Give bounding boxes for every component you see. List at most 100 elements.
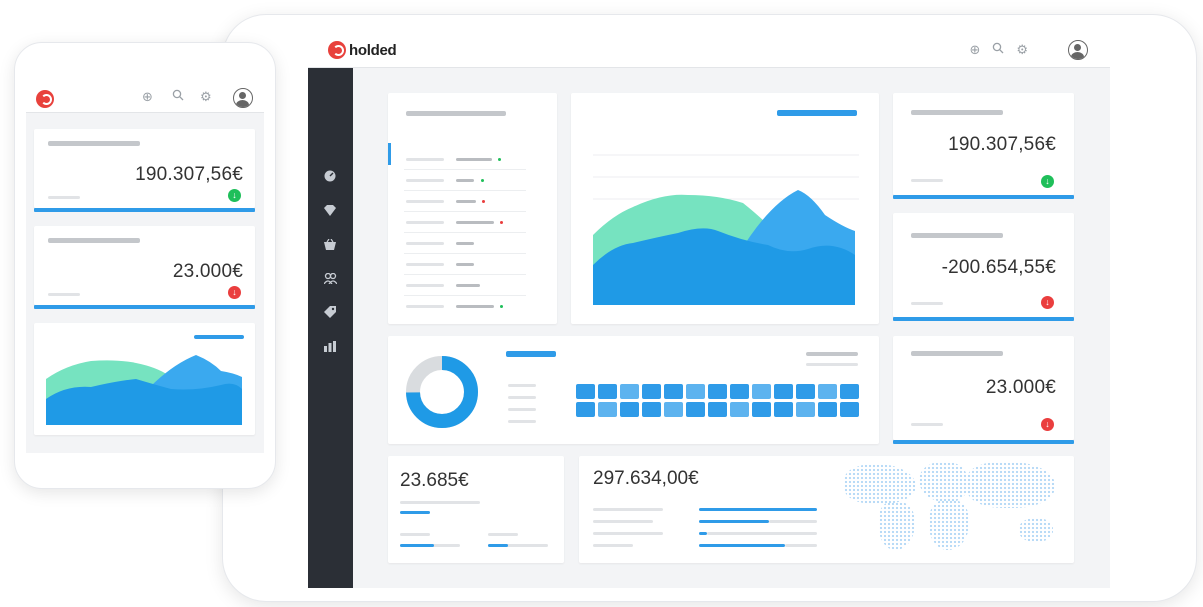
mobile-top-bar: ⊕ ⚙ — [26, 83, 264, 113]
gear-icon[interactable]: ⚙ — [200, 87, 212, 107]
list-item-value — [456, 221, 494, 224]
world-sales-map-card[interactable]: 297.634,00€ — [579, 456, 1074, 563]
panel-subtitle-placeholder — [806, 352, 858, 356]
list-item-value — [456, 242, 474, 245]
list-divider — [404, 211, 526, 212]
list-item — [406, 158, 444, 161]
area-chart — [593, 154, 859, 305]
region-bar-track — [769, 520, 817, 523]
search-icon[interactable] — [172, 87, 184, 107]
grid-cell — [774, 402, 793, 417]
kpi-caption-placeholder — [48, 293, 80, 296]
summary-caption-placeholder — [400, 501, 480, 504]
grid-cell — [818, 384, 837, 399]
grid-cell — [576, 384, 595, 399]
kpi-label-placeholder — [48, 238, 140, 243]
trend-up-icon: ↓ — [228, 189, 241, 202]
region-bar-track — [707, 532, 817, 535]
kpi-card-income[interactable]: 190.307,56€ ↓ — [893, 93, 1074, 199]
chart-title-placeholder — [194, 335, 244, 339]
kpi-label-placeholder — [48, 141, 140, 146]
grid-cell — [620, 402, 639, 417]
grid-cell — [642, 384, 661, 399]
region-bar — [699, 532, 707, 535]
search-icon[interactable] — [992, 40, 1004, 60]
sidebar-nav — [308, 68, 353, 588]
mobile-kpi-card-income[interactable]: 190.307,56€ ↓ — [34, 129, 255, 212]
top-navigation-bar: holded ⊕ ⚙ — [308, 33, 1110, 68]
holded-logo-icon — [328, 41, 346, 59]
list-divider — [404, 190, 526, 191]
legend-placeholder — [508, 384, 536, 387]
grid-cell — [598, 384, 617, 399]
tag-icon[interactable] — [322, 306, 338, 322]
list-item — [406, 200, 444, 203]
mobile-area-chart-card[interactable] — [34, 323, 255, 435]
grid-cell — [752, 384, 771, 399]
holded-logo-icon[interactable] — [36, 90, 54, 108]
user-avatar-icon[interactable] — [1068, 40, 1088, 60]
list-item — [406, 284, 444, 287]
kpi-label-placeholder — [911, 233, 1003, 238]
region-label-placeholder — [593, 508, 663, 511]
holded-logo[interactable]: holded — [328, 41, 397, 59]
summary-card-small[interactable]: 23.685€ — [388, 456, 564, 563]
metric-progress-bar — [488, 544, 508, 547]
kpi-value: 190.307,56€ — [948, 134, 1056, 155]
dashboard-icon[interactable] — [322, 170, 338, 186]
list-divider — [404, 253, 526, 254]
status-dot — [500, 305, 503, 308]
basket-icon[interactable] — [322, 238, 338, 254]
panel-title-placeholder — [506, 351, 556, 357]
list-item — [406, 242, 444, 245]
list-item-value — [456, 284, 480, 287]
grid-cell — [664, 402, 683, 417]
add-circle-icon[interactable]: ⊕ — [142, 87, 153, 107]
region-label-placeholder — [593, 532, 663, 535]
grid-cell — [840, 384, 859, 399]
gear-icon[interactable]: ⚙ — [1016, 40, 1028, 60]
donut-chart — [406, 356, 478, 428]
summary-accent-bar — [400, 511, 430, 514]
user-avatar-icon[interactable] — [233, 88, 253, 108]
kpi-card-balance[interactable]: 23.000€ ↓ — [893, 336, 1074, 444]
list-divider — [404, 274, 526, 275]
grid-cell — [796, 384, 815, 399]
grid-cell — [686, 402, 705, 417]
list-divider — [404, 295, 526, 296]
panel-caption-placeholder — [806, 363, 858, 366]
bar-chart-icon[interactable] — [322, 340, 338, 356]
region-bar — [699, 508, 817, 511]
contacts-icon[interactable] — [322, 272, 338, 288]
trend-down-icon: ↓ — [1041, 418, 1054, 431]
grid-cell — [620, 384, 639, 399]
desktop-app-screen: holded ⊕ ⚙ 190.307,56€ ↓ -200.654,55€ ↓ … — [308, 33, 1110, 588]
list-divider — [404, 232, 526, 233]
revenue-area-chart-card[interactable] — [571, 93, 879, 324]
list-item-value — [456, 179, 474, 182]
list-item — [406, 305, 444, 308]
list-divider — [404, 169, 526, 170]
kpi-card-expenses[interactable]: -200.654,55€ ↓ — [893, 213, 1074, 321]
donut-and-calendar-card[interactable] — [388, 336, 879, 444]
status-dot — [500, 221, 503, 224]
trend-up-icon: ↓ — [1041, 175, 1054, 188]
status-dot — [498, 158, 501, 161]
trend-down-icon: ↓ — [228, 286, 241, 299]
transactions-list-card[interactable] — [388, 93, 557, 324]
grid-cell — [818, 402, 837, 417]
status-dot — [482, 200, 485, 203]
grid-cell — [686, 384, 705, 399]
grid-cell — [774, 384, 793, 399]
grid-cell — [840, 402, 859, 417]
diamond-icon[interactable] — [322, 204, 338, 220]
add-circle-icon[interactable]: ⊕ — [969, 40, 980, 60]
mobile-area-chart — [46, 355, 242, 425]
grid-cell — [796, 402, 815, 417]
legend-placeholder — [508, 420, 536, 423]
mobile-kpi-card-balance[interactable]: 23.000€ ↓ — [34, 226, 255, 309]
list-item-value — [456, 305, 494, 308]
region-label-placeholder — [593, 544, 633, 547]
region-bar — [699, 544, 785, 547]
grid-cell — [708, 402, 727, 417]
